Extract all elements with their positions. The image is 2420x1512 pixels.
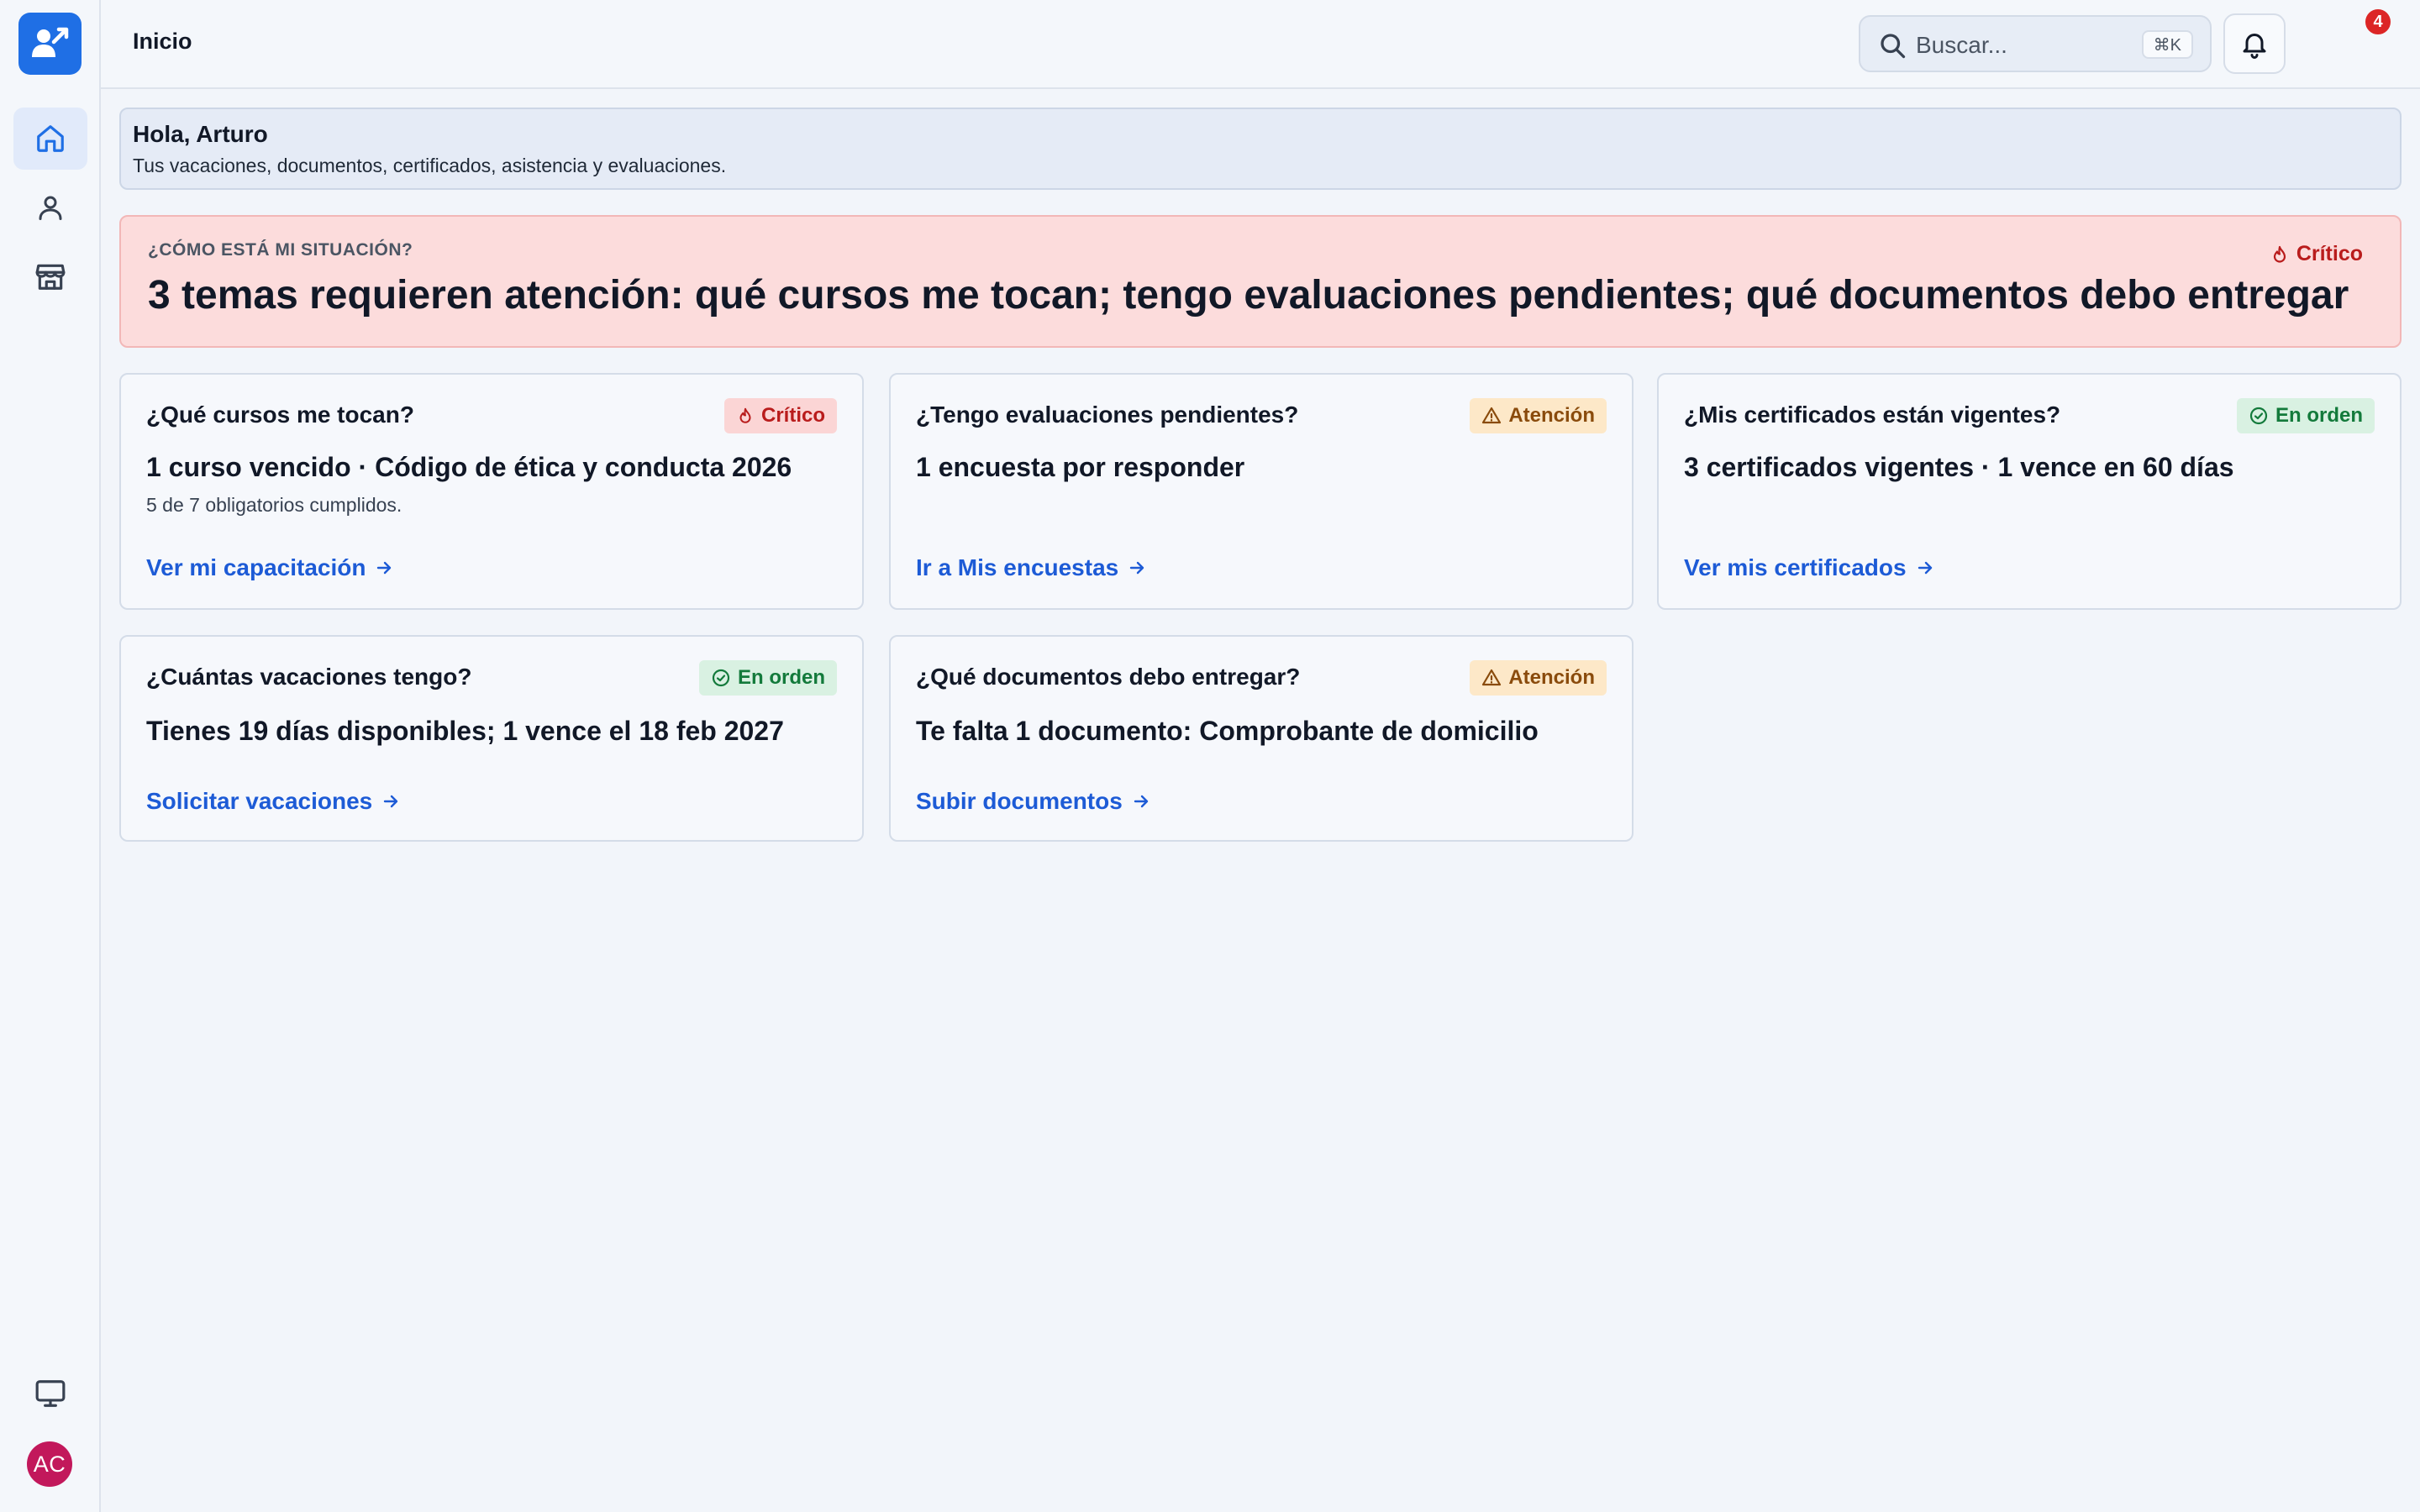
card-question: ¿Tengo evaluaciones pendientes? (916, 402, 1299, 428)
notifications-button[interactable] (2223, 13, 2286, 74)
alert-status-label: Crítico (2296, 242, 2363, 265)
card-documents: ¿Qué documentos debo entregar? Atención … (889, 635, 1634, 842)
search-icon (1881, 34, 1906, 59)
status-badge: Crítico (723, 398, 837, 433)
view-training-link[interactable]: Ver mi capacitación (146, 554, 394, 581)
status-label: En orden (2275, 404, 2363, 427)
request-vacation-link[interactable]: Solicitar vacaciones (146, 788, 401, 815)
page-title: Inicio (133, 29, 192, 54)
home-icon (37, 125, 64, 152)
card-evaluations: ¿Tengo evaluaciones pendientes? Atención… (889, 373, 1634, 610)
card-question: ¿Qué documentos debo entregar? (916, 664, 1301, 690)
card-summary: Te falta 1 documento: Comprobante de dom… (916, 716, 1539, 746)
link-label: Subir documentos (916, 788, 1123, 814)
link-label: Ir a Mis encuestas (916, 554, 1119, 580)
card-summary: 1 encuesta por responder (916, 452, 1245, 482)
card-certificates: ¿Mis certificados están vigentes? En ord… (1657, 373, 2402, 610)
card-vacations: ¿Cuántas vacaciones tengo? En orden Tien… (119, 635, 864, 842)
search-bar[interactable]: Buscar... ⌘K (1859, 15, 2212, 72)
arrow-right-icon (1918, 561, 1932, 575)
link-label: Ver mis certificados (1684, 554, 1907, 580)
card-courses: ¿Qué cursos me tocan? Crítico 1 curso ve… (119, 373, 864, 610)
situation-alert: ¿CÓMO ESTÁ MI SITUACIÓN? 3 temas requier… (119, 215, 2402, 348)
user-icon (39, 196, 62, 220)
monitor-icon (35, 1380, 66, 1407)
status-badge: Atención (1470, 398, 1607, 433)
go-to-surveys-link[interactable]: Ir a Mis encuestas (916, 554, 1147, 581)
sidebar: AC (0, 0, 101, 1512)
search-shortcut-hint: ⌘K (2141, 30, 2193, 59)
card-summary: 3 certificados vigentes · 1 vence en 60 … (1684, 452, 2234, 482)
notifications-count-badge: 4 (2363, 7, 2393, 37)
sidebar-item-home[interactable] (13, 108, 87, 170)
arrow-right-icon (384, 795, 398, 808)
status-badge: En orden (698, 660, 837, 696)
greeting-panel: Hola, Arturo Tus vacaciones, documentos,… (119, 108, 2402, 190)
search-placeholder: Buscar... (1916, 32, 2007, 58)
flame-icon (2273, 245, 2286, 263)
sidebar-item-profile[interactable] (13, 176, 87, 239)
user-avatar[interactable]: AC (27, 1441, 72, 1487)
link-label: Ver mi capacitación (146, 554, 366, 580)
app-logo-icon (31, 27, 68, 57)
status-badge: En orden (2236, 398, 2375, 433)
alert-eyebrow: ¿CÓMO ESTÁ MI SITUACIÓN? (148, 240, 413, 260)
sidebar-item-store[interactable] (13, 245, 87, 307)
warning-icon (1482, 407, 1502, 424)
status-label: Crítico (760, 404, 825, 427)
link-label: Solicitar vacaciones (146, 788, 373, 814)
status-badge: Atención (1470, 660, 1607, 696)
card-detail: 5 de 7 obligatorios cumplidos. (146, 494, 402, 516)
bell-icon (2243, 34, 2266, 59)
card-summary: 1 curso vencido · Código de ética y cond… (146, 452, 792, 482)
arrow-right-icon (1134, 795, 1148, 808)
greeting-title: Hola, Arturo (133, 121, 268, 147)
check-circle-icon (2249, 407, 2268, 425)
status-label: Atención (1508, 666, 1595, 689)
card-question: ¿Mis certificados están vigentes? (1684, 402, 2061, 428)
view-certificates-link[interactable]: Ver mis certificados (1684, 554, 1935, 581)
app-logo[interactable] (18, 13, 82, 75)
alert-status-badge: Crítico (2270, 242, 2363, 266)
check-circle-icon (712, 669, 730, 687)
status-label: En orden (737, 666, 825, 689)
display-settings-button[interactable] (13, 1362, 87, 1425)
card-question: ¿Qué cursos me tocan? (146, 402, 414, 428)
warning-icon (1482, 669, 1502, 686)
arrow-right-icon (377, 561, 392, 575)
upload-documents-link[interactable]: Subir documentos (916, 788, 1151, 815)
arrow-right-icon (1130, 561, 1144, 575)
alert-title: 3 temas requieren atención: qué cursos m… (148, 273, 2349, 318)
card-summary: Tienes 19 días disponibles; 1 vence el 1… (146, 716, 784, 746)
greeting-subtitle: Tus vacaciones, documentos, certificados… (133, 155, 727, 176)
status-label: Atención (1508, 404, 1595, 427)
card-question: ¿Cuántas vacaciones tengo? (146, 664, 472, 690)
flame-icon (739, 407, 751, 423)
store-icon (35, 264, 66, 290)
